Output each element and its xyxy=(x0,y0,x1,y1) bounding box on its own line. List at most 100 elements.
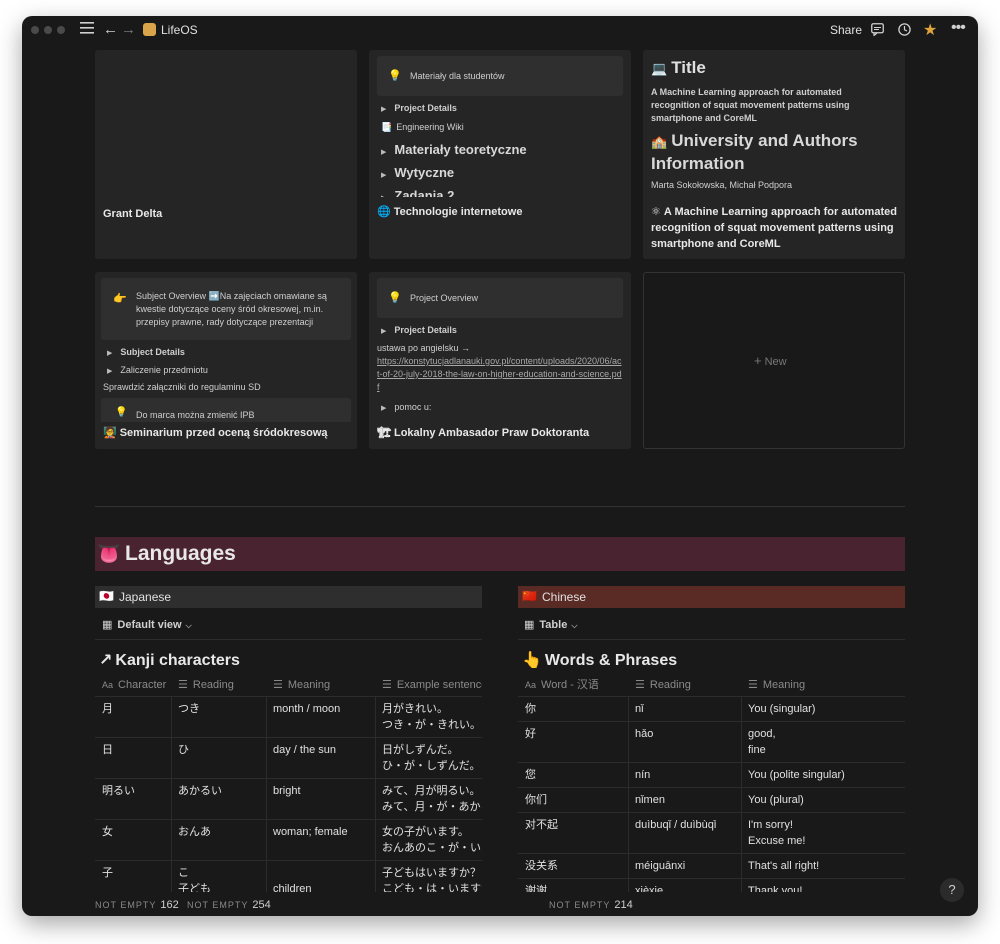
japanese-header: 🇯🇵 Japanese xyxy=(95,586,482,608)
callout-text: Materiały dla studentów xyxy=(410,71,505,81)
reading-cell[interactable]: méiguānxi xyxy=(635,858,685,874)
meaning-cell[interactable]: bright xyxy=(273,783,301,799)
meaning-cell[interactable]: You (singular) xyxy=(748,701,815,717)
table-view-icon: ▦ xyxy=(524,619,535,631)
calc-not-empty-2[interactable]: NOT EMPTY 254 xyxy=(187,899,271,911)
word-cell[interactable]: 对不起 xyxy=(525,817,558,833)
word-cell[interactable]: 你们 xyxy=(525,792,547,808)
kanji-cell[interactable]: 日 xyxy=(102,742,113,758)
title-property-icon: Aa xyxy=(525,680,537,690)
example-cell[interactable]: みて、月が明るい。 みて、月・が・あかる xyxy=(382,783,482,815)
col-header-character[interactable]: Aa Character xyxy=(102,678,166,692)
meaning-cell[interactable]: Thank you! xyxy=(748,883,802,892)
toggle-triangle-icon: ▶ xyxy=(381,172,387,179)
favorite-star-icon[interactable]: ★ xyxy=(923,20,937,40)
toggle-pomoc: ▶ pomoc u: xyxy=(381,402,432,412)
meaning-cell[interactable]: You (polite singular) xyxy=(748,767,845,783)
breadcrumb-title[interactable]: LifeOS xyxy=(161,23,198,37)
col-divider xyxy=(628,696,629,892)
plus-icon: + xyxy=(754,353,762,368)
words-db-title[interactable]: 👆 Words & Phrases xyxy=(522,650,677,670)
meaning-cell[interactable]: That's all right! xyxy=(748,858,819,874)
card-caption: Grant Delta xyxy=(103,208,163,220)
reading-cell[interactable]: duìbuqǐ / duìbùqǐ xyxy=(635,817,716,833)
callout: 👉 Subject Overview ➡️Na zajęciach omawia… xyxy=(101,278,351,340)
window-zoom-button[interactable] xyxy=(57,26,65,34)
window-close-button[interactable] xyxy=(31,26,39,34)
row-divider xyxy=(95,696,482,697)
example-cell[interactable]: 女の子がいます。 おんあのこ・が・いま xyxy=(382,824,482,856)
reading-cell[interactable]: nín xyxy=(635,767,650,783)
toggle-triangle-icon: ▶ xyxy=(107,350,113,357)
kanji-cell[interactable]: 子 xyxy=(102,865,113,881)
gallery-card-ml-squat[interactable]: 💻 Title A Machine Learning approach for a… xyxy=(643,50,905,259)
meaning-cell[interactable]: woman; female xyxy=(273,824,348,840)
kanji-cell[interactable]: 月 xyxy=(102,701,113,717)
meaning-cell[interactable]: month / moon xyxy=(273,701,340,717)
wiki-link: 📑 Engineering Wiki xyxy=(381,122,464,132)
meaning-cell[interactable]: I'm sorry! Excuse me! xyxy=(748,817,805,849)
reading-cell[interactable]: あかるい xyxy=(178,783,222,799)
calc-not-empty[interactable]: NOT EMPTY 214 xyxy=(549,899,633,911)
col-header-reading[interactable]: ☰ Reading xyxy=(178,678,234,692)
col-header-meaning[interactable]: ☰ Meaning xyxy=(273,678,330,692)
arrow-right-icon: ➡️ xyxy=(208,291,220,301)
chinese-view-selector[interactable]: ▦ Table ⌵ xyxy=(524,618,577,631)
toggle-triangle-icon: ▶ xyxy=(381,405,387,412)
example-cell[interactable]: 月がきれい。 つき・が・きれい。 xyxy=(382,701,482,733)
col-divider xyxy=(266,696,267,892)
card-caption: 🏗 Lokalny Ambasador Praw Doktoranta xyxy=(377,427,590,439)
kanji-db-title[interactable]: ↗ Kanji characters xyxy=(99,650,240,670)
gallery-card-seminarium[interactable]: 👉 Subject Overview ➡️Na zajęciach omawia… xyxy=(95,272,357,449)
word-cell[interactable]: 你 xyxy=(525,701,536,717)
reading-cell[interactable]: xièxie xyxy=(635,883,663,892)
meaning-cell[interactable]: good, fine xyxy=(748,726,776,758)
back-arrow-icon[interactable]: ← xyxy=(103,22,118,38)
text-property-icon: ☰ xyxy=(382,679,392,691)
col-header-meaning[interactable]: ☰ Meaning xyxy=(748,678,805,692)
toggle-subject-details: ▶ Subject Details xyxy=(107,347,185,357)
col-header-reading[interactable]: ☰ Reading xyxy=(635,678,691,692)
meaning-cell[interactable]: You (plural) xyxy=(748,792,804,808)
reading-cell[interactable]: hǎo xyxy=(635,726,653,742)
more-options-icon[interactable]: ••• xyxy=(951,19,966,37)
toggle-triangle-icon: ▶ xyxy=(381,149,387,156)
window-minimize-button[interactable] xyxy=(44,26,52,34)
help-button[interactable]: ? xyxy=(940,878,964,902)
gallery-card-ambasador[interactable]: 💡 Project Overview ▶ Project Details usta… xyxy=(369,272,631,449)
gallery-card-technologie[interactable]: 💡 Materiały dla studentów ▶ Project Detai… xyxy=(369,50,631,259)
col-header-word[interactable]: Aa Word - 汉语 xyxy=(525,678,599,692)
menu-icon[interactable] xyxy=(80,22,94,38)
new-card-button[interactable]: + New xyxy=(643,272,905,449)
history-clock-icon[interactable] xyxy=(898,23,911,41)
kanji-table: Aa Character ☰ Reading ☰ Meaning ☰ Example s… xyxy=(95,674,482,892)
example-cell[interactable]: 子どもはいますか？ こども・は・いますか xyxy=(382,865,482,892)
example-cell[interactable]: 日がしずんだ。 ひ・が・しずんだ。 xyxy=(382,742,482,774)
share-button[interactable]: Share xyxy=(830,23,862,37)
kanji-cell[interactable]: 明るい xyxy=(102,783,135,799)
meaning-cell[interactable]: children xyxy=(273,881,312,892)
col-header-example[interactable]: ☰ Example sentence xyxy=(382,678,482,692)
text-property-icon: ☰ xyxy=(748,679,758,691)
word-cell[interactable]: 没关系 xyxy=(525,858,558,874)
word-cell[interactable]: 您 xyxy=(525,767,536,783)
word-cell[interactable]: 谢谢 xyxy=(525,883,547,892)
reading-cell[interactable]: こ 子ども xyxy=(178,865,211,892)
forward-arrow-icon[interactable]: → xyxy=(121,22,136,38)
comment-icon[interactable] xyxy=(871,23,884,41)
reading-cell[interactable]: nǐ xyxy=(635,701,644,717)
word-cell[interactable]: 好 xyxy=(525,726,536,742)
col-divider xyxy=(741,696,742,892)
reading-cell[interactable]: nǐmen xyxy=(635,792,665,808)
calc-not-empty-1[interactable]: NOT EMPTY 162 xyxy=(95,899,179,911)
reading-cell[interactable]: おんあ xyxy=(178,824,211,840)
japanese-view-selector[interactable]: ▦ Default view ⌵ xyxy=(102,618,192,631)
reading-cell[interactable]: つき xyxy=(178,701,200,717)
kanji-cell[interactable]: 女 xyxy=(102,824,113,840)
toggle-project-details: ▶ Project Details xyxy=(381,103,457,113)
meaning-cell[interactable]: day / the sun xyxy=(273,742,336,758)
gallery-card-grant-delta[interactable]: Grant Delta xyxy=(95,50,357,259)
lifeos-page-icon xyxy=(143,23,156,36)
row-divider xyxy=(518,812,905,813)
reading-cell[interactable]: ひ xyxy=(178,742,189,758)
